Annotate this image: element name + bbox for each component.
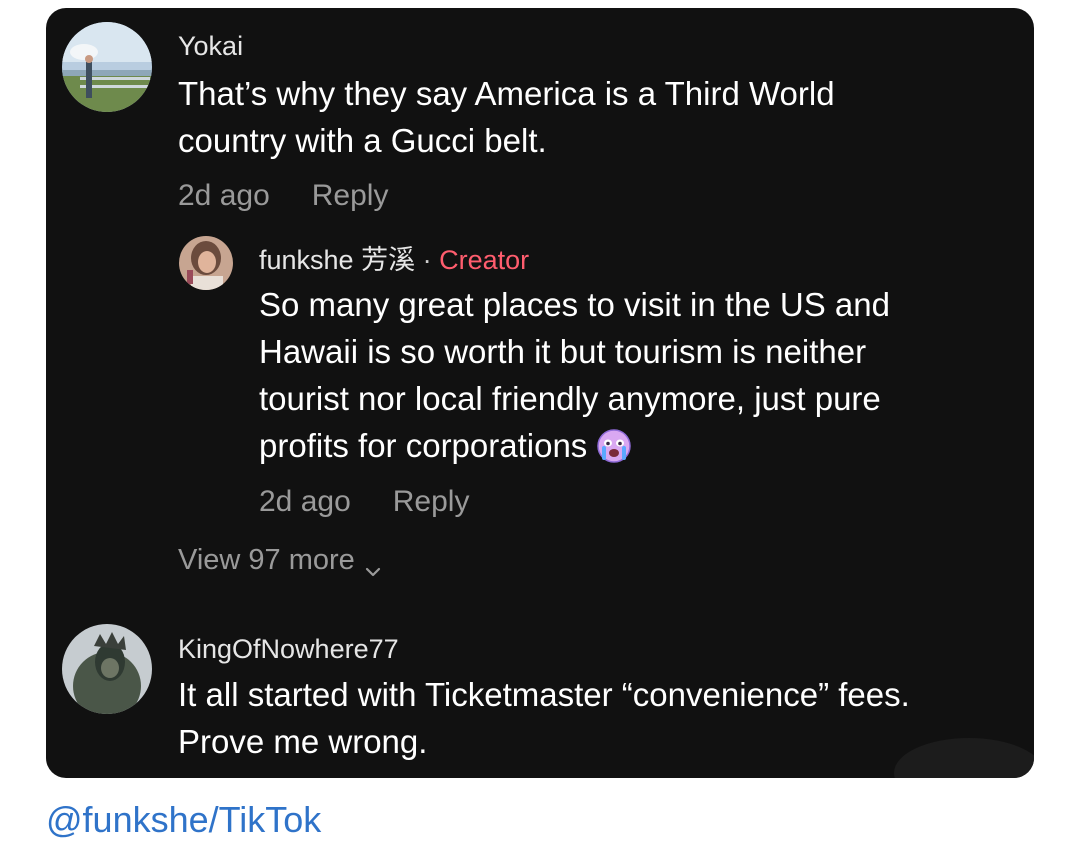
chevron-down-icon	[365, 553, 381, 577]
comment-text-line: That’s why they say America is a Third W…	[178, 75, 835, 112]
separator-dot: ·	[415, 245, 440, 275]
comments-panel: Yokai That’s why they say America is a T…	[46, 8, 1034, 778]
user-photo-avatar-icon	[179, 236, 233, 290]
reply-button[interactable]: Reply	[312, 178, 389, 214]
comment-timestamp: 2d ago	[178, 179, 270, 212]
creator-username[interactable]: funkshe 芳溪	[259, 245, 415, 275]
view-more-replies-button[interactable]: View 97 more	[178, 542, 381, 578]
kingofnowhere77-avatar[interactable]	[62, 624, 152, 714]
user-photo-avatar-icon	[62, 22, 152, 112]
creator-badge: Creator	[439, 245, 530, 275]
comment-username: funkshe 芳溪 · Creator	[259, 244, 529, 276]
comment-text-line: country with a Gucci belt.	[178, 122, 547, 159]
comment-username[interactable]: Yokai	[178, 30, 243, 62]
comment-text-line: So many great places to visit in the US …	[259, 286, 890, 323]
comment-text-line-with-emoji: profits for corporations	[259, 422, 632, 469]
funkshe-avatar[interactable]	[179, 236, 233, 290]
comment-text-line: Hawaii is so worth it but tourism is nei…	[259, 333, 867, 370]
source-credit-link[interactable]: @funkshe/TikTok	[46, 796, 321, 844]
comment-text-line: It all started with Ticketmaster “conven…	[178, 676, 910, 713]
comment-text-line: profits for corporations	[259, 427, 588, 464]
yokai-avatar[interactable]	[62, 22, 152, 112]
comment-timestamp: 2d ago	[259, 485, 351, 518]
comment-username[interactable]: KingOfNowhere77	[178, 633, 399, 665]
user-photo-avatar-icon	[62, 624, 152, 714]
view-more-label: View 97 more	[178, 544, 355, 576]
comment-meta: 2d ago Reply	[178, 178, 388, 214]
comment-text-line: Prove me wrong.	[178, 723, 428, 760]
reply-button[interactable]: Reply	[393, 484, 470, 520]
decorative-corner	[894, 738, 1034, 778]
comment-meta: 2d ago Reply	[259, 484, 469, 520]
comment-text-line: tourist nor local friendly anymore, just…	[259, 380, 881, 417]
crying-face-emoji-icon	[597, 428, 632, 463]
